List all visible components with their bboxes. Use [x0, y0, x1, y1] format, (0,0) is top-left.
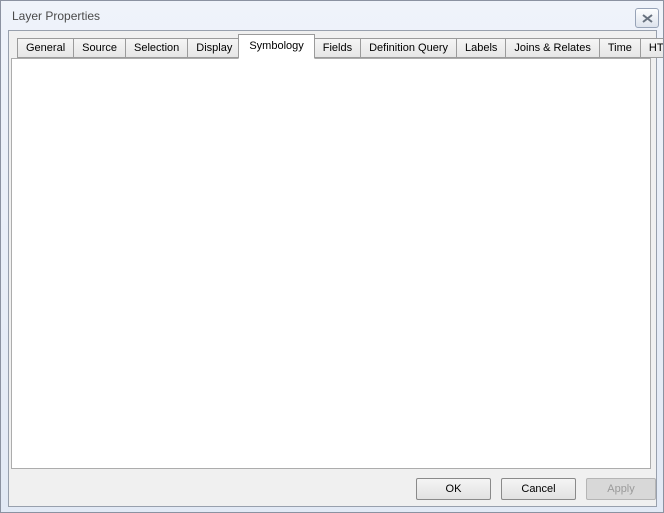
layer-properties-dialog: Layer Properties General Source Selectio… [0, 0, 664, 513]
tab-labels[interactable]: Labels [456, 38, 506, 58]
tab-definition-query[interactable]: Definition Query [360, 38, 457, 58]
symbology-tab-page [11, 58, 651, 469]
tab-html-popup[interactable]: HTML Popup [640, 38, 664, 58]
tab-time[interactable]: Time [599, 38, 641, 58]
close-button[interactable] [635, 8, 659, 28]
tab-fields[interactable]: Fields [314, 38, 361, 58]
tab-joins-relates[interactable]: Joins & Relates [505, 38, 599, 58]
close-icon [642, 14, 653, 23]
tab-symbology[interactable]: Symbology [238, 34, 314, 59]
tab-display[interactable]: Display [187, 38, 241, 58]
ok-button[interactable]: OK [416, 478, 491, 500]
apply-button[interactable]: Apply [586, 478, 656, 500]
cancel-button[interactable]: Cancel [501, 478, 576, 500]
tab-strip: General Source Selection Display Symbolo… [17, 34, 664, 59]
title-bar[interactable]: Layer Properties [1, 1, 664, 31]
tab-selection[interactable]: Selection [125, 38, 188, 58]
window-title: Layer Properties [12, 9, 100, 23]
tab-general[interactable]: General [17, 38, 74, 58]
tab-source[interactable]: Source [73, 38, 126, 58]
